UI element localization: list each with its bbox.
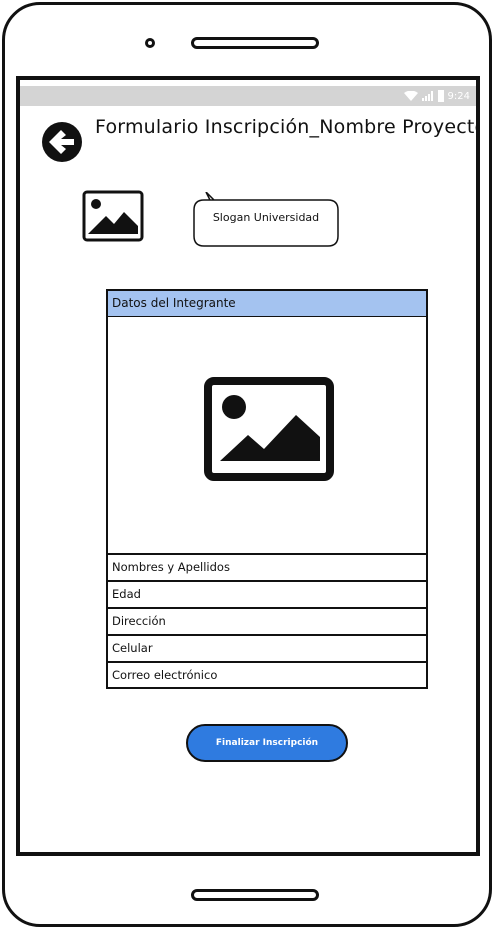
speaker xyxy=(191,37,319,49)
member-card: Datos del Integrante Nombres y Apellidos… xyxy=(106,289,428,689)
home-button[interactable] xyxy=(191,889,319,901)
back-arrow-icon[interactable] xyxy=(41,121,83,163)
field-age[interactable]: Edad xyxy=(108,580,426,606)
signal-icon xyxy=(421,91,433,101)
screen: 9:24 Formulario Inscripción_Nombre Proye… xyxy=(16,76,480,856)
field-full-name[interactable]: Nombres y Apellidos xyxy=(108,553,426,579)
slogan-text: Slogan Universidad xyxy=(212,211,320,224)
status-time: 9:24 xyxy=(447,90,470,102)
card-header: Datos del Integrante xyxy=(108,291,426,317)
battery-icon xyxy=(437,90,444,102)
field-address[interactable]: Dirección xyxy=(108,607,426,633)
status-icons: 9:24 xyxy=(403,88,470,104)
field-email[interactable]: Correo electrónico xyxy=(108,661,426,687)
camera xyxy=(145,38,155,48)
member-photo-icon[interactable] xyxy=(204,377,334,481)
page-title: Formulario Inscripción_Nombre Proyecto xyxy=(95,116,480,138)
wifi-icon xyxy=(403,91,418,101)
field-phone[interactable]: Celular xyxy=(108,634,426,660)
status-bar: 9:24 xyxy=(20,86,476,106)
logo-image-icon xyxy=(82,190,144,242)
finish-registration-button[interactable]: Finalizar Inscripción xyxy=(186,724,348,762)
